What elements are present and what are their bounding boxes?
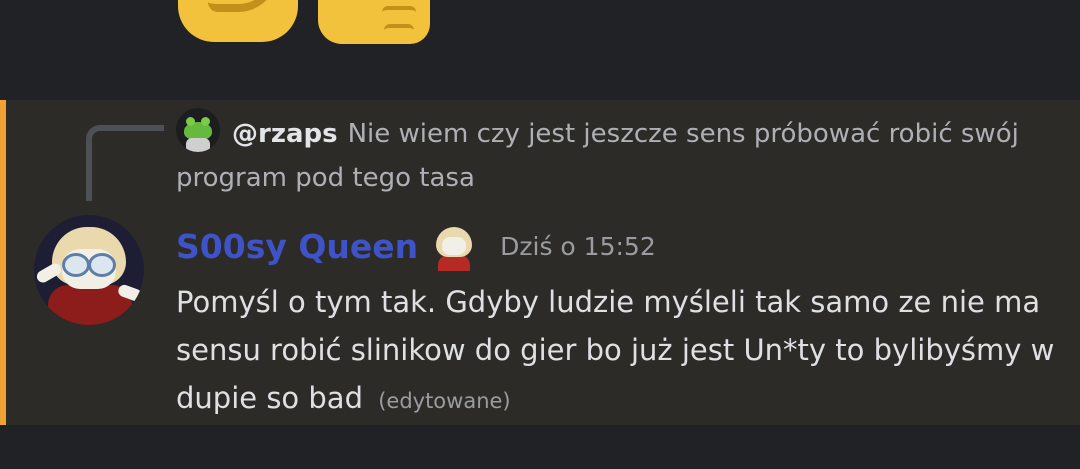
mention-highlight-bar	[0, 100, 6, 425]
avatar-glasses	[62, 253, 90, 277]
message-text: Pomyśl o tym tak. Gdyby ludzie myśleli t…	[176, 285, 1055, 415]
emoji-reaction-icon[interactable]	[178, 0, 298, 42]
thumbs-up-emoji-icon[interactable]	[318, 0, 430, 44]
emoji-detail	[382, 6, 416, 22]
message-header: S00sy Queen Dziś o 15:52	[176, 223, 656, 271]
reply-author-name[interactable]: @rzaps	[232, 119, 338, 149]
author-username[interactable]: S00sy Queen	[176, 225, 418, 269]
chat-view: @rzaps Nie wiem czy jest jeszcze sens pró…	[0, 0, 1080, 469]
message-timestamp: Dziś o 15:52	[500, 232, 656, 261]
role-icon-shirt	[438, 255, 471, 271]
role-icon-face	[442, 237, 467, 255]
reply-preview[interactable]: @rzaps Nie wiem czy jest jeszcze sens pró…	[176, 112, 1056, 200]
emoji-detail	[208, 0, 278, 12]
role-icon[interactable]	[430, 223, 479, 271]
highlighted-message[interactable]: @rzaps Nie wiem czy jest jeszcze sens pró…	[0, 100, 1080, 425]
emoji-detail	[384, 24, 414, 40]
avatar-glasses	[88, 253, 116, 277]
reply-connector	[86, 125, 164, 201]
previous-message	[0, 0, 1080, 100]
author-avatar[interactable]	[34, 215, 144, 325]
message-content: Pomyśl o tym tak. Gdyby ludzie myśleli t…	[176, 278, 1056, 425]
avatar-arm	[34, 261, 64, 285]
edited-label: (edytowane)	[378, 389, 511, 413]
next-message-area	[0, 425, 1080, 469]
